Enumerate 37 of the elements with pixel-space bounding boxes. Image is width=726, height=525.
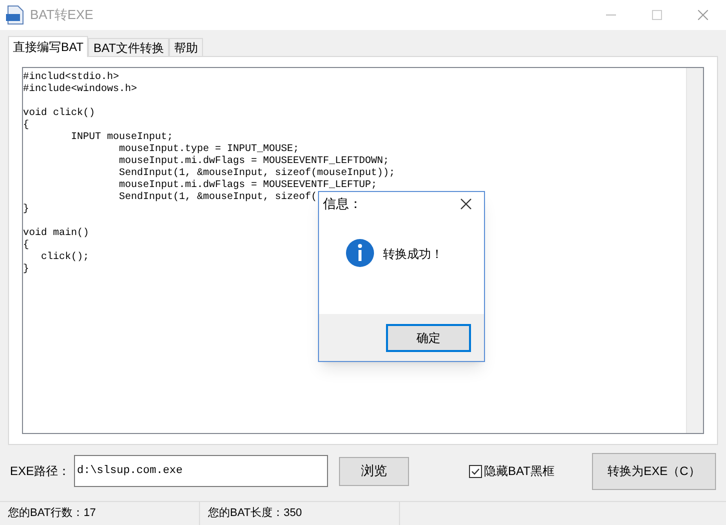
- code-line: }: [23, 264, 30, 276]
- exe-path-label: EXE路径：: [10, 463, 72, 480]
- tab[interactable]: 直接编写BAT: [8, 36, 88, 57]
- checkbox-label: 隐藏BAT黑框: [484, 463, 554, 480]
- code-line: {: [23, 120, 30, 132]
- exe-path-field[interactable]: d:\slsup.com.exe: [74, 455, 328, 487]
- close-icon: [698, 10, 708, 20]
- code-line: mouseInput.mi.dwFlags = MOUSEEVENTF_LEFTDOWN;: [118, 156, 390, 168]
- status-text: 您的BAT行数：17: [8, 506, 96, 522]
- code-line: void click(): [23, 108, 96, 120]
- ok-button[interactable]: 确定: [386, 324, 471, 352]
- scrollbar[interactable]: [686, 68, 703, 433]
- code-line: SendInput(1, &mouseInput, sizeof(mouseInput));: [118, 168, 396, 180]
- code-line: mouseInput.mi.dwFlags = MOUSEEVENTF_LEFTUP;: [118, 180, 378, 192]
- code-line: {: [23, 240, 30, 252]
- browse-button[interactable]: 浏览: [339, 456, 409, 486]
- info-icon: [345, 238, 375, 268]
- maximize-icon: [652, 10, 662, 20]
- code-line: #includ<stdio.h>: [23, 72, 120, 84]
- checkbox[interactable]: [469, 464, 482, 478]
- code-line: click();: [40, 252, 90, 264]
- code-line: }: [23, 204, 30, 216]
- code-line: INPUT mouseInput;: [70, 132, 174, 144]
- code-line: #include<windows.h>: [23, 84, 138, 96]
- code-line: mouseInput.type = INPUT_MOUSE;: [118, 144, 300, 156]
- dialog-title: 信息：: [323, 195, 362, 214]
- convert-button[interactable]: 转换为EXE（C）: [592, 452, 716, 490]
- window-title: BAT转EXE: [30, 6, 94, 24]
- code-line: void main(): [23, 228, 90, 240]
- tab[interactable]: BAT文件转换: [88, 38, 169, 56]
- dialog-message: 转换成功！: [383, 246, 443, 263]
- tab[interactable]: 帮助: [168, 38, 203, 56]
- code-line: SendInput(1, &mouseInput, sizeof(: [118, 192, 318, 204]
- close-button[interactable]: [460, 198, 472, 210]
- status-text: 您的BAT长度：350: [208, 506, 302, 522]
- close-icon: [460, 198, 472, 210]
- app-icon: [6, 5, 24, 25]
